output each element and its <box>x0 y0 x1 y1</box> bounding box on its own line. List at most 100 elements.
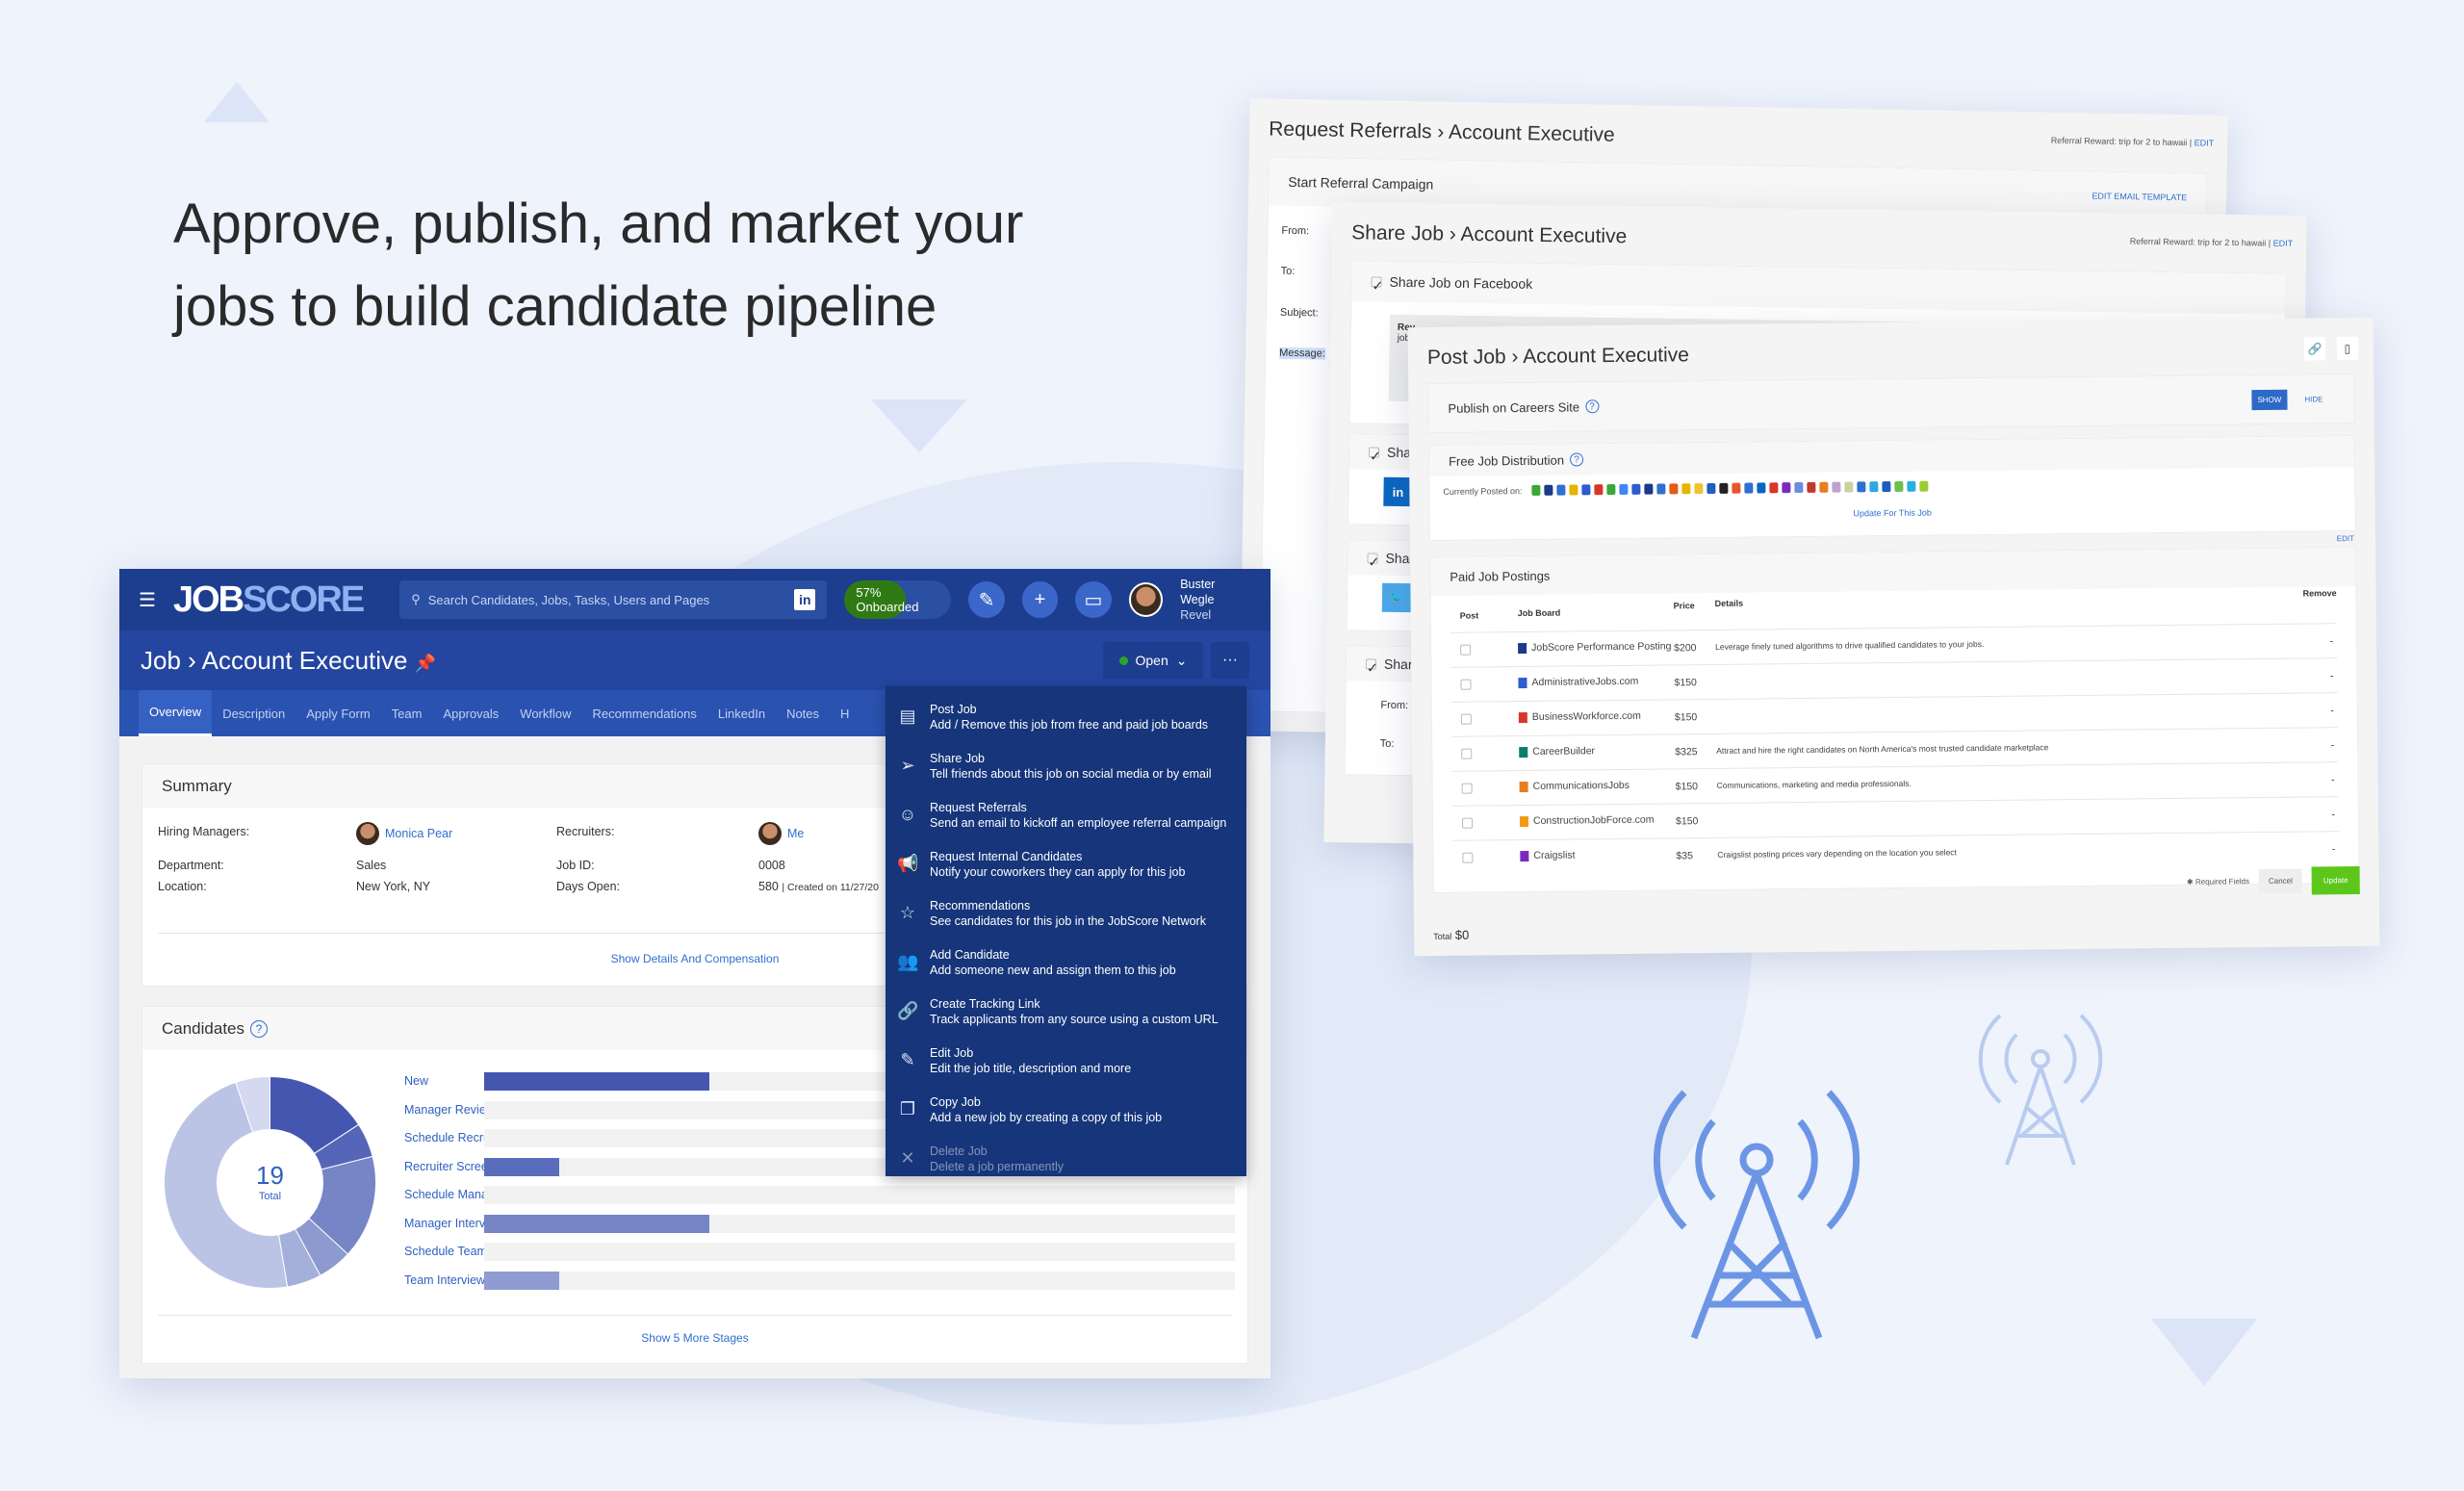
linkedin-checkbox[interactable]: ✓ <box>1368 447 1381 463</box>
show-button[interactable]: SHOW <box>2251 389 2288 410</box>
days-open-label: Days Open: <box>556 880 621 893</box>
job-board-logo <box>1819 481 1829 493</box>
tab-apply-form[interactable]: Apply Form <box>295 690 380 736</box>
job-board-logo <box>1581 484 1591 496</box>
update-button[interactable]: Update <box>2311 865 2360 895</box>
update-for-this-job-link[interactable]: Update For This Job <box>1430 503 2355 523</box>
twitter-checkbox[interactable]: ✓ <box>1367 553 1379 569</box>
post-checkbox[interactable] <box>1460 644 1472 656</box>
post-checkbox[interactable] <box>1460 713 1472 725</box>
remove-button[interactable]: - <box>2330 670 2334 681</box>
stage-link[interactable]: Manager Review <box>404 1103 495 1117</box>
post-checkbox[interactable] <box>1461 748 1473 759</box>
more-actions-button[interactable]: ··· <box>1211 642 1249 679</box>
job-board-logo <box>1732 482 1741 494</box>
user-menu[interactable]: Buster Wegle Revel <box>1180 577 1251 623</box>
show-more-stages-link[interactable]: Show 5 More Stages <box>142 1331 1247 1345</box>
copy-icon: ❐ <box>899 1099 916 1118</box>
edit-reward-link[interactable]: EDIT <box>2273 239 2294 248</box>
stage-link[interactable]: Recruiter Screen <box>404 1160 495 1173</box>
tab-overview[interactable]: Overview <box>139 690 213 736</box>
tab-h[interactable]: H <box>830 690 860 736</box>
jobscore-logo[interactable]: JOBSCORE <box>173 579 365 621</box>
rss-doc-icon: ▤ <box>899 707 916 726</box>
remove-button[interactable]: - <box>2331 809 2335 820</box>
remove-button[interactable]: - <box>2330 635 2334 647</box>
post-checkbox[interactable] <box>1460 679 1472 690</box>
job-board-logo <box>1619 483 1629 495</box>
recruiter-avatar <box>758 822 782 845</box>
breadcrumb-job-link[interactable]: Job <box>141 646 181 675</box>
to-label: To: <box>1280 265 1296 278</box>
stage-link[interactable]: Team Interview <box>404 1273 485 1287</box>
menu-item-recommendations[interactable]: ☆ Recommendations See candidates for this … <box>886 888 1246 938</box>
panel-title: Request Referrals › Account Executive <box>1269 117 1615 146</box>
tab-recommendations[interactable]: Recommendations <box>582 690 707 736</box>
job-board-logo <box>1631 483 1641 495</box>
wand-icon[interactable]: ✎ <box>968 581 1005 618</box>
posted-on-label: Currently Posted on: <box>1443 485 1523 497</box>
job-board-logo <box>1707 482 1716 495</box>
job-board-logo <box>1669 483 1679 495</box>
days-open-value: 580 <box>758 880 779 893</box>
plus-icon[interactable]: + <box>1021 581 1059 618</box>
facebook-checkbox[interactable]: ✓ <box>1371 276 1383 293</box>
help-icon[interactable]: ? <box>1569 452 1584 467</box>
candidates-title: Candidates <box>162 1018 245 1038</box>
menu-item-add-candidate[interactable]: 👥 Add Candidate Add someone new and assign… <box>886 938 1246 987</box>
remove-button[interactable]: - <box>2331 739 2335 751</box>
share-facebook-label: Share Job on Facebook <box>1389 273 1533 292</box>
menu-icon[interactable]: ☰ <box>139 588 156 612</box>
tab-approvals[interactable]: Approvals <box>432 690 509 736</box>
user-avatar[interactable] <box>1128 582 1164 617</box>
pin-icon[interactable]: 📌 <box>415 654 436 673</box>
remove-button[interactable]: - <box>2332 843 2336 855</box>
menu-item-create-tracking-link[interactable]: 🔗 Create Tracking Link Track applicants fr… <box>886 987 1246 1036</box>
email-checkbox[interactable]: ✓ <box>1365 657 1378 675</box>
recruiters-label: Recruiters: <box>556 825 615 838</box>
post-checkbox[interactable] <box>1461 783 1473 794</box>
tab-notes[interactable]: Notes <box>776 690 830 736</box>
menu-item-edit-job[interactable]: ✎ Edit Job Edit the job title, description… <box>886 1036 1246 1085</box>
menu-item-request-internal-candidates[interactable]: 📢 Request Internal Candidates Notify your … <box>886 839 1246 888</box>
cancel-button[interactable]: Cancel <box>2258 868 2303 894</box>
menu-item-request-referrals[interactable]: ☺ Request Referrals Send an email to kicko… <box>886 790 1246 839</box>
link-icon[interactable]: 🔗 <box>2303 337 2326 361</box>
tab-workflow[interactable]: Workflow <box>509 690 581 736</box>
status-dropdown[interactable]: Open ⌄ <box>1103 642 1203 679</box>
help-icon[interactable]: ? <box>250 1019 269 1038</box>
edit-reward-link[interactable]: EDIT <box>2194 138 2215 147</box>
antenna-icon-small <box>1978 1014 2103 1166</box>
hiring-manager-link[interactable]: Monica Pear <box>385 827 452 840</box>
tab-description[interactable]: Description <box>212 690 295 736</box>
menu-item-post-job[interactable]: ▤ Post Job Add / Remove this job from free… <box>886 692 1246 741</box>
job-board-logo <box>1681 483 1691 495</box>
menu-item-delete-job[interactable]: ✕ Delete Job Delete a job permanently <box>886 1134 1246 1183</box>
from-label: From: <box>1281 224 1310 238</box>
recruiter-link[interactable]: Me <box>787 827 804 840</box>
tab-linkedin[interactable]: LinkedIn <box>707 690 776 736</box>
edit-email-template-link[interactable]: EDIT EMAIL TEMPLATE <box>2092 191 2187 202</box>
onboarded-progress[interactable]: 57% Onboarded <box>844 580 952 619</box>
job-board-logo <box>1556 484 1566 496</box>
remove-button[interactable]: - <box>2330 705 2334 716</box>
post-checkbox[interactable] <box>1461 817 1474 829</box>
stage-link[interactable]: New <box>404 1074 428 1088</box>
help-icon[interactable]: ? <box>1584 399 1600 414</box>
chat-icon[interactable]: ▭ <box>1075 581 1112 618</box>
tab-team[interactable]: Team <box>381 690 433 736</box>
document-icon[interactable]: ▯ <box>2336 336 2359 361</box>
menu-item-copy-job[interactable]: ❐ Copy Job Add a new job by creating a cop… <box>886 1085 1246 1134</box>
department-label: Department: <box>158 859 224 872</box>
linkedin-icon[interactable]: in <box>794 589 816 610</box>
paid-edit-link[interactable]: EDIT <box>2337 534 2354 543</box>
hide-button[interactable]: HIDE <box>2293 395 2334 403</box>
remove-button[interactable]: - <box>2331 774 2335 785</box>
job-board-logo <box>1520 850 1529 861</box>
linkedin-share-button[interactable]: in <box>1383 476 1413 507</box>
menu-item-share-job[interactable]: ➢ Share Job Tell friends about this job on… <box>886 741 1246 790</box>
stage-bar <box>484 1243 1235 1261</box>
post-checkbox[interactable] <box>1462 852 1474 863</box>
search-input[interactable]: ⚲ Search Candidates, Jobs, Tasks, Users a… <box>399 580 828 619</box>
twitter-share-button[interactable]: 🐦 <box>1381 582 1412 613</box>
